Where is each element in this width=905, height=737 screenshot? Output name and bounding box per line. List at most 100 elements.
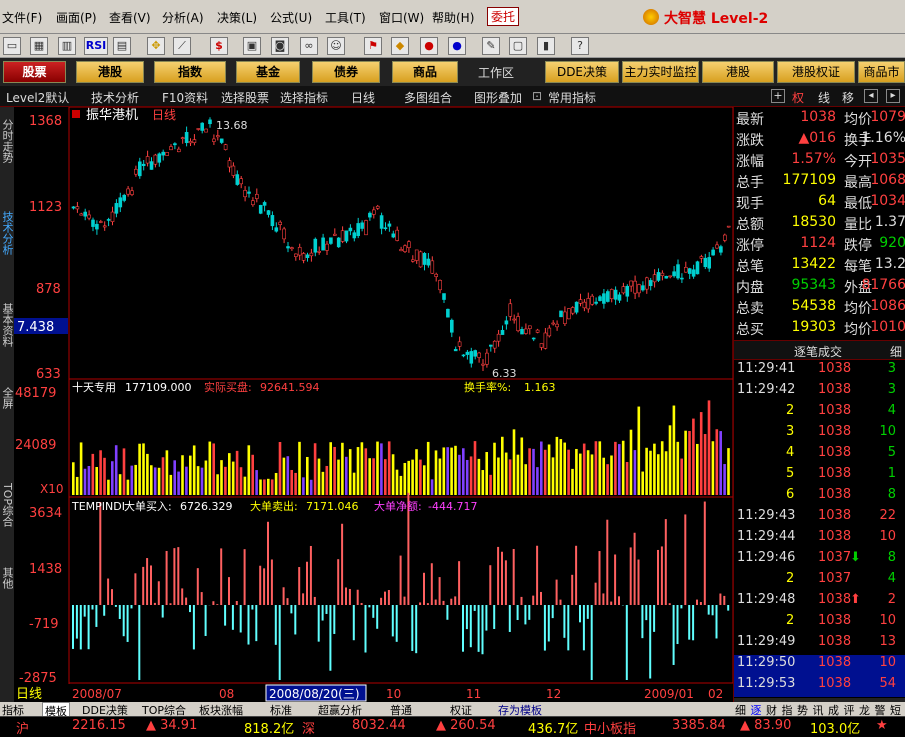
help-pointer-icon[interactable]: ? bbox=[571, 37, 589, 55]
tick-price: 1038 bbox=[818, 613, 851, 628]
quote-row: 总买19303均价1010 bbox=[736, 319, 905, 340]
volume-bar bbox=[244, 477, 247, 495]
next-icon[interactable]: ▸ bbox=[886, 89, 900, 103]
chart-area[interactable]: 1368 1123 878 633 7.438 振华港机 日线 13.68 6.… bbox=[14, 107, 733, 702]
ellipse-blue-icon[interactable]: ● bbox=[448, 37, 466, 55]
indicator-bar bbox=[193, 605, 195, 649]
multi-chart-menu[interactable]: 多图组合 bbox=[404, 89, 452, 106]
cat-dde[interactable]: DDE决策 bbox=[545, 61, 619, 83]
ticks-detail[interactable]: 细 bbox=[890, 343, 902, 360]
crosshair-icon[interactable]: + bbox=[771, 89, 785, 103]
template-select[interactable]: Level2默认 bbox=[6, 89, 69, 106]
ellipse-icon[interactable]: ● bbox=[420, 37, 438, 55]
quote-row: 总手177109最高1068 bbox=[736, 172, 905, 193]
cat-index[interactable]: 指数 bbox=[154, 61, 226, 83]
indicator-bar bbox=[345, 587, 347, 605]
tab-line[interactable]: 线 bbox=[818, 89, 830, 106]
f10-menu[interactable]: F10资料 bbox=[162, 89, 208, 106]
volume-bar bbox=[649, 451, 652, 495]
side-tab-fullscreen[interactable]: 全屏 bbox=[0, 383, 14, 413]
candle-body bbox=[150, 162, 153, 170]
overlay-menu[interactable]: 图形叠加 bbox=[474, 89, 522, 106]
quote-value2: 1034 bbox=[870, 193, 905, 209]
indicator-bar bbox=[618, 596, 620, 605]
side-tab-other[interactable]: 其他 bbox=[0, 563, 14, 593]
dollar-icon[interactable]: $ bbox=[210, 37, 228, 55]
books-icon[interactable]: ▮ bbox=[537, 37, 555, 55]
side-tab-intraday[interactable]: 分时走势 bbox=[0, 111, 14, 171]
quote-label: 涨停 bbox=[736, 235, 764, 255]
menu-view[interactable]: 查看(V) bbox=[109, 9, 151, 26]
table-icon[interactable]: ▤ bbox=[113, 37, 131, 55]
ruler-icon[interactable]: ⟋ bbox=[173, 37, 191, 55]
tick-price: 1038 bbox=[818, 655, 851, 670]
cat-hk[interactable]: 港股 bbox=[76, 61, 144, 83]
binocular-icon[interactable]: ∞ bbox=[300, 37, 318, 55]
menu-file[interactable]: 文件(F) bbox=[2, 9, 42, 26]
menu-decision[interactable]: 决策(L) bbox=[217, 9, 257, 26]
diamond-icon[interactable]: ◆ bbox=[391, 37, 409, 55]
people-icon[interactable]: ☺ bbox=[327, 37, 345, 55]
menu-analysis[interactable]: 分析(A) bbox=[162, 9, 204, 26]
cat-monitor[interactable]: 主力实时监控 bbox=[622, 61, 699, 83]
quote-label: 总笔 bbox=[736, 256, 764, 276]
select-indicator-button[interactable]: 选择指标 bbox=[280, 89, 328, 106]
indicator-bar bbox=[673, 605, 675, 665]
tick-price: 1038 bbox=[818, 445, 851, 460]
volume-bar bbox=[493, 443, 496, 495]
indicator-bar bbox=[322, 605, 324, 621]
tech-analysis-menu[interactable]: 技术分析 bbox=[91, 89, 139, 106]
quote-value2: 1010 bbox=[870, 319, 905, 335]
cat-commodity-market[interactable]: 商品市 bbox=[858, 61, 905, 83]
move-icon[interactable]: ✥ bbox=[147, 37, 165, 55]
menu-tools[interactable]: 工具(T) bbox=[325, 9, 366, 26]
grid-icon[interactable]: ▥ bbox=[58, 37, 76, 55]
cat-hk-warrant[interactable]: 港股权证 bbox=[777, 61, 855, 83]
film-icon[interactable]: ▣ bbox=[243, 37, 261, 55]
open-folder-icon[interactable]: ▭ bbox=[3, 37, 21, 55]
period-select[interactable]: 日线 bbox=[351, 89, 375, 106]
side-tab-top[interactable]: TOP综合 bbox=[0, 475, 14, 535]
volume-bar bbox=[517, 455, 520, 495]
rsi-icon[interactable]: RSI bbox=[84, 37, 108, 55]
camera-icon[interactable]: ◙ bbox=[271, 37, 289, 55]
tick-price: 1038 bbox=[818, 424, 851, 439]
cat-stocks[interactable]: 股票 bbox=[3, 61, 66, 83]
tab-rights[interactable]: 权 bbox=[792, 89, 804, 106]
chart-icon[interactable]: ▦ bbox=[30, 37, 48, 55]
prev-icon[interactable]: ◂ bbox=[864, 89, 878, 103]
side-tab-basic[interactable]: 基本资料 bbox=[0, 295, 14, 355]
cat-commodity[interactable]: 商品 bbox=[392, 61, 458, 83]
lock-icon[interactable]: ⊡ bbox=[532, 89, 542, 103]
menu-window[interactable]: 窗口(W) bbox=[379, 9, 424, 26]
menu-screen[interactable]: 画面(P) bbox=[56, 9, 97, 26]
tick-row: 11:29:49103813 bbox=[734, 634, 905, 655]
common-indicator-menu[interactable]: 常用指标 bbox=[548, 89, 596, 106]
volume-bar bbox=[661, 441, 664, 495]
date-label-6: 2009/01 bbox=[644, 687, 694, 701]
volume-bar bbox=[407, 461, 410, 495]
volume-bar bbox=[267, 479, 270, 495]
bookmark-icon[interactable]: ⚑ bbox=[364, 37, 382, 55]
candle-body bbox=[474, 350, 477, 356]
window-icon[interactable]: ▢ bbox=[509, 37, 527, 55]
turnover-label: 换手率%: bbox=[464, 380, 511, 394]
entrust-button[interactable]: 委托 bbox=[487, 7, 519, 26]
select-stock-button[interactable]: 选择股票 bbox=[221, 89, 269, 106]
cat-fund[interactable]: 基金 bbox=[236, 61, 300, 83]
indicator-bar bbox=[388, 590, 390, 605]
volume-bar bbox=[560, 439, 563, 495]
volume-bar bbox=[310, 480, 313, 495]
volume-bar bbox=[263, 479, 266, 495]
candle-body bbox=[72, 207, 75, 208]
tab-move[interactable]: 移 bbox=[842, 89, 854, 106]
menu-formula[interactable]: 公式(U) bbox=[270, 9, 312, 26]
note-icon[interactable]: ✎ bbox=[482, 37, 500, 55]
menu-help[interactable]: 帮助(H) bbox=[432, 9, 474, 26]
tick-volume: 10 bbox=[879, 529, 896, 544]
cat-hk2[interactable]: 港股 bbox=[702, 61, 774, 83]
cat-bond[interactable]: 债券 bbox=[312, 61, 380, 83]
volume-bar bbox=[450, 448, 453, 495]
side-tab-tech[interactable]: 技术分析 bbox=[0, 203, 14, 263]
indicator-bar bbox=[712, 605, 714, 615]
